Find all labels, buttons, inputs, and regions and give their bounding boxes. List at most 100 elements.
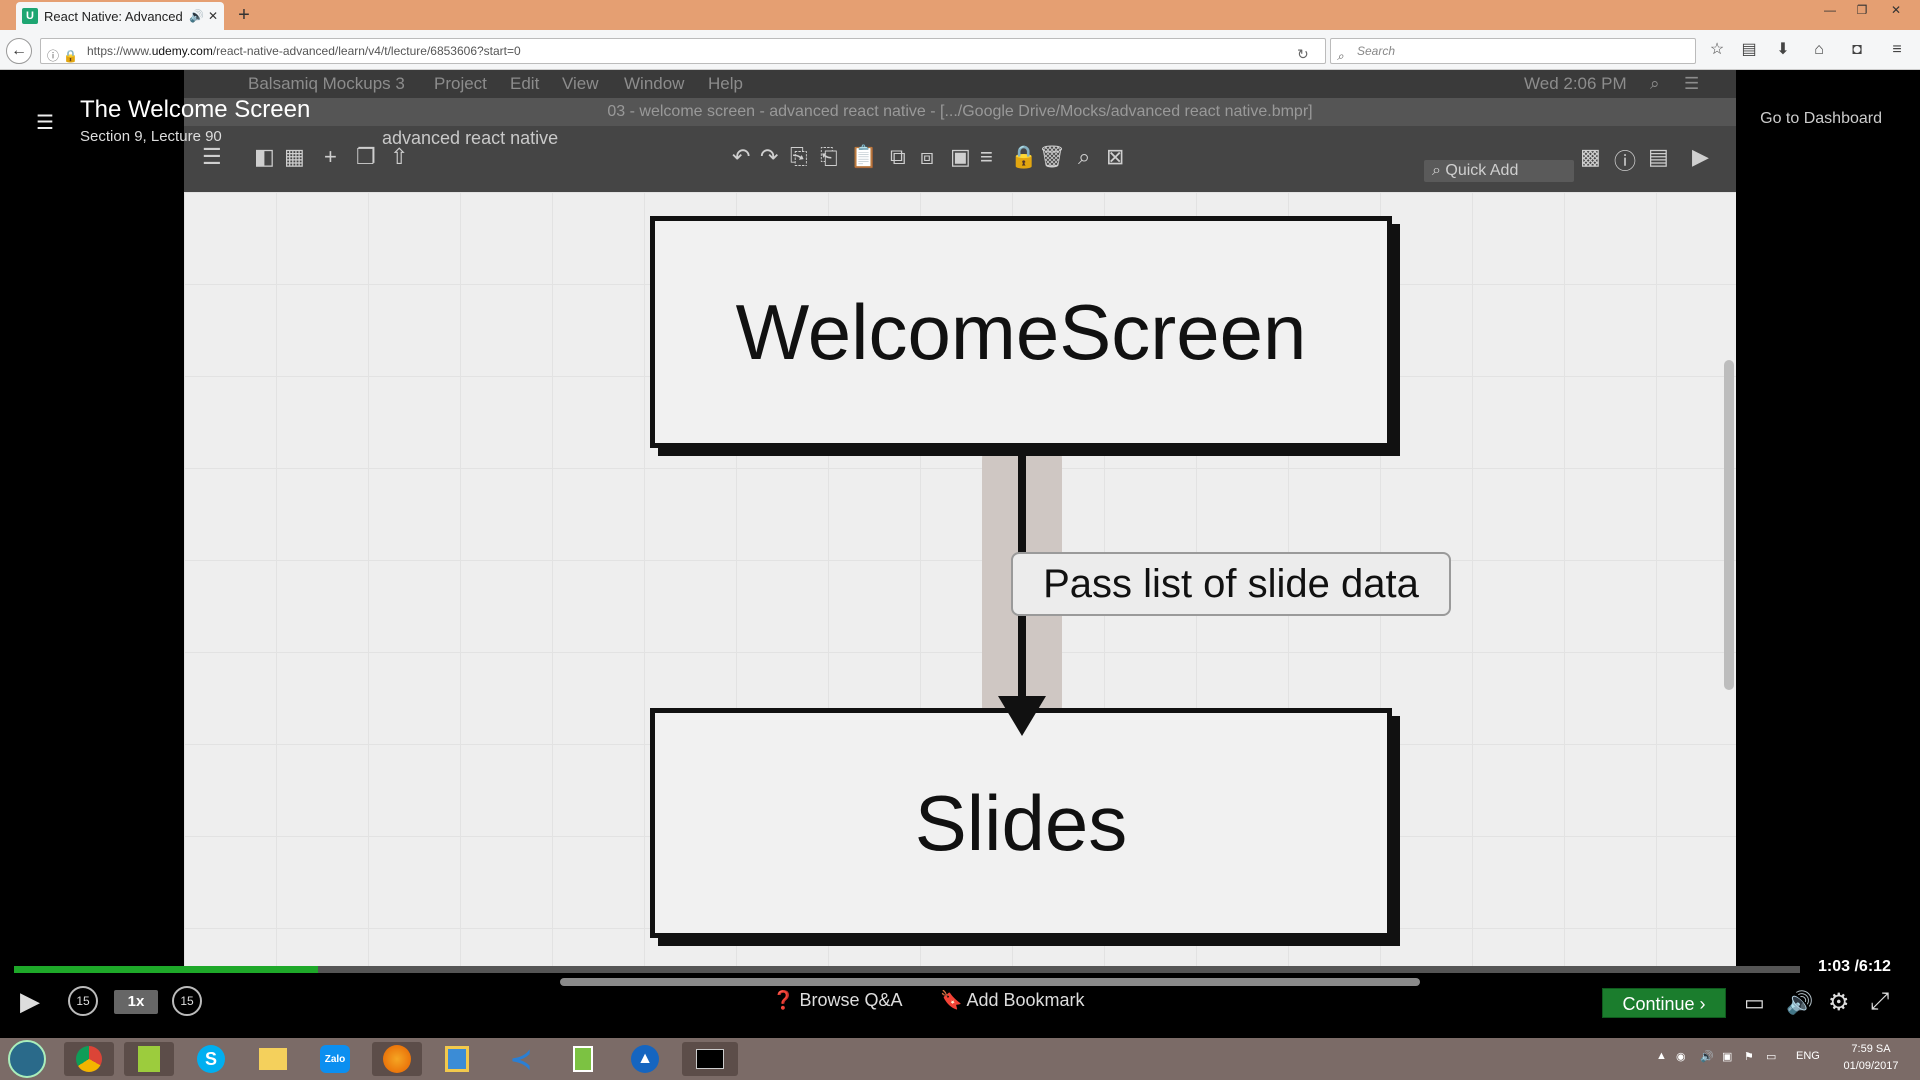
tray-expand-icon[interactable]: ▲ — [1656, 1050, 1667, 1062]
curriculum-menu-icon[interactable]: ☰ — [36, 110, 54, 135]
lecture-subtitle: Section 9, Lecture 90 — [80, 128, 222, 145]
symbols-icon: ▩ — [1580, 144, 1601, 169]
restore-button[interactable]: ❐ — [1846, 0, 1878, 20]
tray-flag-icon[interactable]: ⚑ — [1744, 1050, 1754, 1063]
lecture-title: The Welcome Screen — [80, 96, 311, 123]
question-icon: ❓ — [772, 990, 795, 1010]
cmd-app-icon[interactable] — [682, 1042, 738, 1076]
firefox-app-icon[interactable] — [372, 1042, 422, 1076]
tab-title: React Native: Advanced ( — [44, 8, 185, 24]
download-icon[interactable]: ⬇ — [1772, 39, 1794, 61]
mac-menu-view: View — [562, 74, 599, 93]
search-input[interactable]: ⌕ Search — [1330, 38, 1696, 64]
url-prefix: https://www. — [87, 44, 152, 58]
close-window-button[interactable]: ✕ — [1880, 0, 1912, 20]
bookmark-star-icon[interactable]: ☆ — [1706, 39, 1728, 61]
windows-taskbar: S Zalo ≺ ▲ ▲ ◉ 🔊 ▣ ⚑ ▭ ENG 7:59 SA 01/09/… — [0, 1038, 1920, 1080]
present-icon: ▶ — [1692, 144, 1709, 169]
skype-app-icon[interactable]: S — [186, 1042, 236, 1076]
url-bar[interactable]: ⓘ 🔒 https://www.udemy.com/react-native-a… — [40, 38, 1326, 64]
language-indicator[interactable]: ENG — [1796, 1050, 1820, 1062]
clock-time: 7:59 SA — [1851, 1043, 1891, 1055]
browse-qa-button[interactable]: ❓ Browse Q&A — [772, 990, 902, 1011]
canvas-vertical-scrollbar — [1724, 360, 1734, 690]
minimize-button[interactable]: — — [1814, 0, 1846, 20]
hamburger-menu-icon[interactable]: ≡ — [1886, 39, 1908, 61]
add-bookmark-button[interactable]: 🔖 Add Bookmark — [940, 990, 1085, 1011]
settings-gear-icon[interactable]: ⚙ — [1828, 988, 1850, 1017]
add-bookmark-label: Add Bookmark — [966, 990, 1085, 1010]
tray-display-icon[interactable]: ▭ — [1766, 1050, 1776, 1063]
spotlight-icon: ⌕ — [1650, 74, 1660, 93]
notification-list-icon: ☰ — [1684, 74, 1700, 93]
start-button[interactable] — [8, 1040, 46, 1078]
bookmarks-library-icon[interactable]: ▤ — [1738, 39, 1760, 61]
paste-icon: ⎗ — [820, 144, 838, 169]
continue-button[interactable]: Continue › — [1602, 988, 1726, 1018]
clock-date: 01/09/2017 — [1843, 1060, 1899, 1072]
menu-icon: ☰ — [202, 144, 222, 169]
lock-icon: 🔒 — [63, 49, 78, 63]
mac-clock: Wed 2:06 PM — [1524, 74, 1627, 93]
single-pane-icon: ◧ — [254, 144, 275, 169]
ungroup-icon: ⧈ — [920, 144, 934, 169]
mac-menu-window: Window — [624, 74, 685, 93]
tray-network-icon[interactable]: ▣ — [1722, 1050, 1732, 1063]
quick-add-field: ⌕ Quick Add — [1424, 160, 1574, 182]
undo-icon: ↶ — [732, 144, 751, 169]
redo-icon: ↷ — [760, 144, 779, 169]
video-frame[interactable]: Balsamiq Mockups 3 Project Edit View Win… — [184, 70, 1736, 968]
vscode-app-icon[interactable]: ≺ — [496, 1042, 546, 1076]
continue-label: Continue — [1622, 994, 1695, 1014]
add-icon: + — [324, 144, 337, 169]
browse-qa-label: Browse Q&A — [799, 990, 903, 1010]
quick-add-label: Quick Add — [1445, 162, 1519, 179]
file-explorer-app-icon[interactable] — [248, 1042, 298, 1076]
udemy-favicon-icon: U — [22, 8, 38, 24]
trash-icon: 🗑 — [1038, 144, 1066, 169]
group-icon: ⧉ — [890, 144, 906, 169]
play-icon[interactable]: ▶ — [20, 986, 40, 1017]
url-path: /react-native-advanced/learn/v4/t/lectur… — [212, 44, 521, 58]
rewind-label: 15 — [76, 994, 90, 1008]
fullscreen-icon[interactable]: ⤢ — [1870, 988, 1889, 1016]
forward-label: 15 — [180, 994, 194, 1008]
notepad-app-icon[interactable] — [124, 1042, 174, 1076]
speaker-icon[interactable]: 🔊 — [189, 9, 204, 23]
project-name-overlay: advanced react native — [382, 128, 559, 148]
browser-navbar: ← ⓘ 🔒 https://www.udemy.com/react-native… — [0, 30, 1920, 70]
video-player: Balsamiq Mockups 3 Project Edit View Win… — [0, 70, 1920, 1038]
forward-15-button[interactable]: 15 — [172, 986, 202, 1016]
mac-menu-project: Project — [434, 74, 487, 93]
home-icon[interactable]: ⌂ — [1808, 39, 1830, 61]
go-to-dashboard-link[interactable]: Go to Dashboard — [1760, 110, 1882, 128]
tray-volume-icon[interactable]: 🔊 — [1700, 1050, 1714, 1063]
captions-icon[interactable]: ▭ — [1744, 990, 1765, 1016]
close-tab-icon[interactable]: ✕ — [208, 9, 218, 23]
browser-tab[interactable]: U React Native: Advanced ( 🔊 ✕ — [16, 2, 224, 30]
info-icon[interactable]: ⓘ — [47, 44, 59, 68]
system-clock[interactable]: 7:59 SA 01/09/2017 — [1836, 1041, 1906, 1075]
browser-titlebar: U React Native: Advanced ( 🔊 ✕ + — ❐ ✕ — [0, 0, 1920, 30]
mac-menu-help: Help — [708, 74, 743, 93]
zalo-app-icon[interactable]: Zalo — [310, 1042, 360, 1076]
arrange-icon: ▣ — [950, 144, 971, 169]
clipboard-icon: 📋 — [850, 144, 878, 169]
elapsed-time: 1:03 — [1818, 958, 1851, 975]
connector-label: Pass list of slide data — [1011, 552, 1451, 616]
files-app-icon[interactable] — [432, 1042, 482, 1076]
reload-icon[interactable]: ↻ — [1297, 42, 1309, 66]
app-icon[interactable]: ▲ — [620, 1042, 670, 1076]
back-button[interactable]: ← — [6, 38, 32, 64]
new-tab-button[interactable]: + — [232, 3, 256, 27]
tray-app-icon[interactable]: ◉ — [1676, 1050, 1686, 1063]
duplicate-icon: ❐ — [356, 144, 376, 169]
pocket-icon[interactable]: ◘ — [1846, 39, 1868, 61]
phone-app-icon[interactable] — [558, 1042, 608, 1076]
chrome-app-icon[interactable] — [64, 1042, 114, 1076]
close-doc-icon: ⊠ — [1106, 144, 1125, 169]
playback-speed-button[interactable]: 1x — [114, 990, 158, 1014]
find-icon: ⌕ — [1078, 144, 1091, 169]
volume-icon[interactable]: 🔊 — [1786, 990, 1813, 1016]
rewind-15-button[interactable]: 15 — [68, 986, 98, 1016]
